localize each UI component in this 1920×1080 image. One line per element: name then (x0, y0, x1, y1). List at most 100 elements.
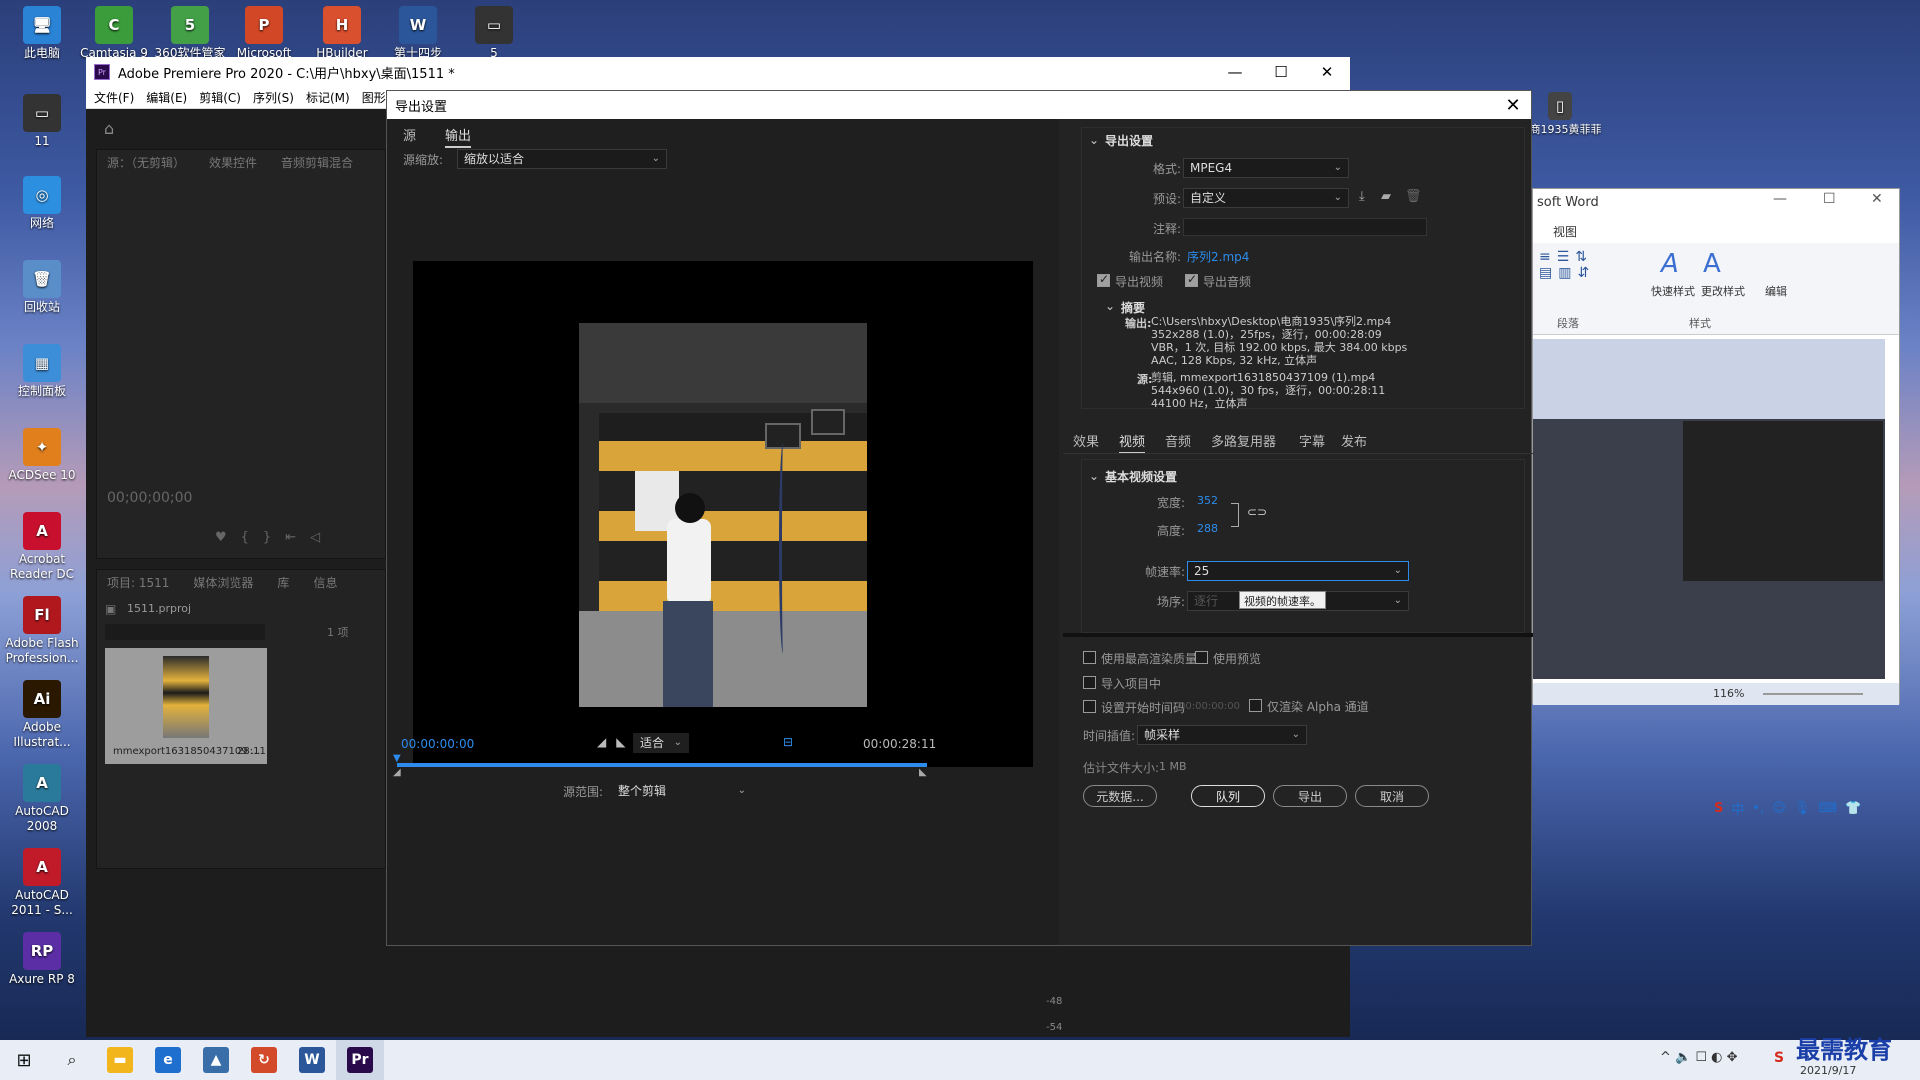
tab-source[interactable]: 源 (403, 125, 416, 144)
crop-icon[interactable]: ⊟ (783, 735, 793, 749)
source-range-dropdown[interactable]: 整个剪辑 ⌄ (611, 781, 753, 801)
desktop-icon[interactable]: A AutoCAD 2008 (0, 764, 84, 834)
word-close-button[interactable]: ✕ (1871, 191, 1883, 207)
desktop-icon[interactable]: Fl Adobe Flash Profession... (0, 596, 84, 666)
ime-skin-icon[interactable]: 👕 (1845, 801, 1861, 816)
taskbar-app-premiere[interactable]: Pr (336, 1040, 384, 1080)
desktop-icon[interactable]: A Acrobat Reader DC (0, 512, 84, 582)
project-search-input[interactable] (105, 624, 265, 640)
desktop-icon[interactable]: C Camtasia 9 (72, 6, 156, 61)
tab-output[interactable]: 输出 (445, 125, 472, 148)
desktop-icon[interactable]: ✦ ACDSee 10 (0, 428, 84, 483)
ime-logo-icon[interactable]: S (1774, 1050, 1784, 1066)
system-tray-icons[interactable]: ^ 🔈 ☐ ◐ ✥ (1660, 1050, 1738, 1065)
desktop-icon[interactable]: ▭ 5 (452, 6, 536, 61)
home-icon[interactable]: ⌂ (104, 119, 114, 138)
quick-styles-icon[interactable]: A (1661, 249, 1679, 279)
timecode-start[interactable]: 00:00:00:00 (401, 737, 474, 751)
menu-marker[interactable]: 标记(M) (306, 89, 350, 106)
desktop-icon[interactable]: RP Axure RP 8 (0, 932, 84, 987)
menu-file[interactable]: 文件(F) (94, 89, 134, 106)
change-styles-icon[interactable]: A (1703, 249, 1721, 279)
export-video-checkbox[interactable] (1097, 272, 1110, 287)
start-button[interactable]: ⊞ (0, 1040, 48, 1080)
tab-captions[interactable]: 字幕 (1299, 431, 1325, 450)
desktop-icon[interactable]: ▦ 控制面板 (0, 344, 84, 399)
ime-mode[interactable]: 中 (1731, 799, 1744, 818)
queue-button[interactable]: 队列 (1191, 785, 1265, 807)
output-name-link[interactable]: 序列2.mp4 (1187, 248, 1249, 265)
tab-effect-controls[interactable]: 效果控件 (209, 154, 257, 171)
tab-library[interactable]: 库 (277, 574, 289, 591)
use-preview-checkbox[interactable] (1195, 651, 1208, 664)
tab-info[interactable]: 信息 (313, 574, 337, 591)
tab-multiplexer[interactable]: 多路复用器 (1211, 431, 1276, 450)
paragraph-tools-icon[interactable]: ≡☰⇅ ▤▥⇵ (1539, 249, 1649, 309)
max-render-checkbox[interactable] (1083, 651, 1096, 664)
tab-video[interactable]: 视频 (1119, 431, 1146, 454)
metadata-button[interactable]: 元数据... (1083, 785, 1157, 807)
desktop-icon[interactable]: 🗑 回收站 (0, 260, 84, 315)
taskbar-app-word[interactable]: W (288, 1040, 336, 1080)
export-button[interactable]: 导出 (1273, 785, 1347, 807)
desktop-icon[interactable]: W 第十四步 (376, 6, 460, 61)
ime-mic-icon[interactable]: 🎙 (1794, 801, 1811, 816)
menu-sequence[interactable]: 序列(S) (253, 89, 294, 106)
desktop-icon[interactable]: P Microsoft (222, 6, 306, 61)
import-preset-icon[interactable]: ▰ (1381, 189, 1391, 204)
menu-edit[interactable]: 编辑(E) (146, 89, 187, 106)
tab-media-browser[interactable]: 媒体浏览器 (193, 574, 253, 591)
preset-dropdown[interactable]: 自定义 ⌄ (1183, 188, 1349, 208)
summary-collapse-icon[interactable]: ⌄ (1105, 299, 1115, 313)
edit-label[interactable]: 编辑 (1765, 283, 1787, 299)
ime-emoji-icon[interactable]: ☺ (1772, 801, 1786, 816)
ime-punct-icon[interactable]: •, (1752, 801, 1764, 816)
desktop-icon[interactable]: ▭ 11 (0, 94, 84, 149)
export-audio-checkbox[interactable] (1185, 272, 1198, 287)
desktop-icon[interactable]: ◎ 网络 (0, 176, 84, 231)
collapse-icon[interactable]: ⌄ (1089, 133, 1099, 147)
basic-video-collapse-icon[interactable]: ⌄ (1089, 469, 1099, 483)
cancel-button[interactable]: 取消 (1355, 785, 1429, 807)
minimize-button[interactable]: — (1212, 57, 1258, 87)
zoom-slider[interactable] (1763, 693, 1863, 695)
word-tab-view[interactable]: 视图 (1553, 223, 1577, 240)
tab-audio-clip-mixer[interactable]: 音频剪辑混合 (281, 154, 353, 171)
maximize-button[interactable]: ☐ (1258, 57, 1304, 87)
tab-source[interactable]: 源：（无剪辑） (107, 154, 185, 171)
ime-toolbar[interactable]: S 中 •, ☺ 🎙 ⌨ 👕 (1714, 796, 1900, 820)
desktop-icon[interactable]: H HBuilder (300, 6, 384, 61)
width-value[interactable]: 352 (1197, 494, 1218, 507)
desktop-icon[interactable]: A AutoCAD 2011 - S... (0, 848, 84, 918)
taskbar-app-edge[interactable]: e (144, 1040, 192, 1080)
tab-publish[interactable]: 发布 (1341, 431, 1367, 450)
out-point-handle[interactable]: ◣ (919, 767, 927, 778)
tab-project[interactable]: 项目: 1511 (107, 574, 169, 591)
clip-thumbnail-tile[interactable]: mmexport1631850437109 ... 28:11 (105, 648, 267, 764)
fit-dropdown[interactable]: 适合 ⌄ (633, 733, 689, 753)
playhead-icon[interactable]: ▼ (393, 753, 401, 764)
delete-preset-icon[interactable]: 🗑 (1405, 189, 1422, 204)
desktop-icon[interactable]: 5 360软件管家 (148, 6, 232, 61)
framerate-dropdown[interactable]: 25 ⌄ (1187, 561, 1409, 581)
word-minimize-button[interactable]: — (1773, 191, 1787, 207)
comment-input[interactable] (1183, 218, 1427, 236)
import-project-checkbox[interactable] (1083, 676, 1096, 689)
format-dropdown[interactable]: MPEG4 ⌄ (1183, 158, 1349, 178)
timeline-scrubber-bar[interactable] (397, 763, 927, 767)
save-preset-icon[interactable]: ⤓ (1359, 189, 1365, 204)
taskbar-app-file-explorer[interactable]: ▬ (96, 1040, 144, 1080)
link-icon[interactable]: ⊂⊃ (1247, 505, 1267, 519)
desktop-icon[interactable]: Ai Adobe Illustrat... (0, 680, 84, 750)
menu-graphics[interactable]: 图形 (362, 89, 386, 106)
source-scale-dropdown[interactable]: 缩放以适合 ⌄ (457, 149, 667, 169)
ime-keyboard-icon[interactable]: ⌨ (1818, 801, 1837, 816)
alpha-only-checkbox[interactable] (1249, 699, 1262, 712)
search-button[interactable]: ⌕ (48, 1040, 96, 1080)
transport-controls[interactable]: ♥{}⇤◁ (215, 530, 334, 545)
tab-effects[interactable]: 效果 (1073, 431, 1099, 450)
height-value[interactable]: 288 (1197, 522, 1218, 535)
close-icon[interactable]: ✕ (1501, 93, 1525, 117)
word-maximize-button[interactable]: ☐ (1823, 191, 1836, 207)
taskbar-app-flash[interactable]: ↻ (240, 1040, 288, 1080)
